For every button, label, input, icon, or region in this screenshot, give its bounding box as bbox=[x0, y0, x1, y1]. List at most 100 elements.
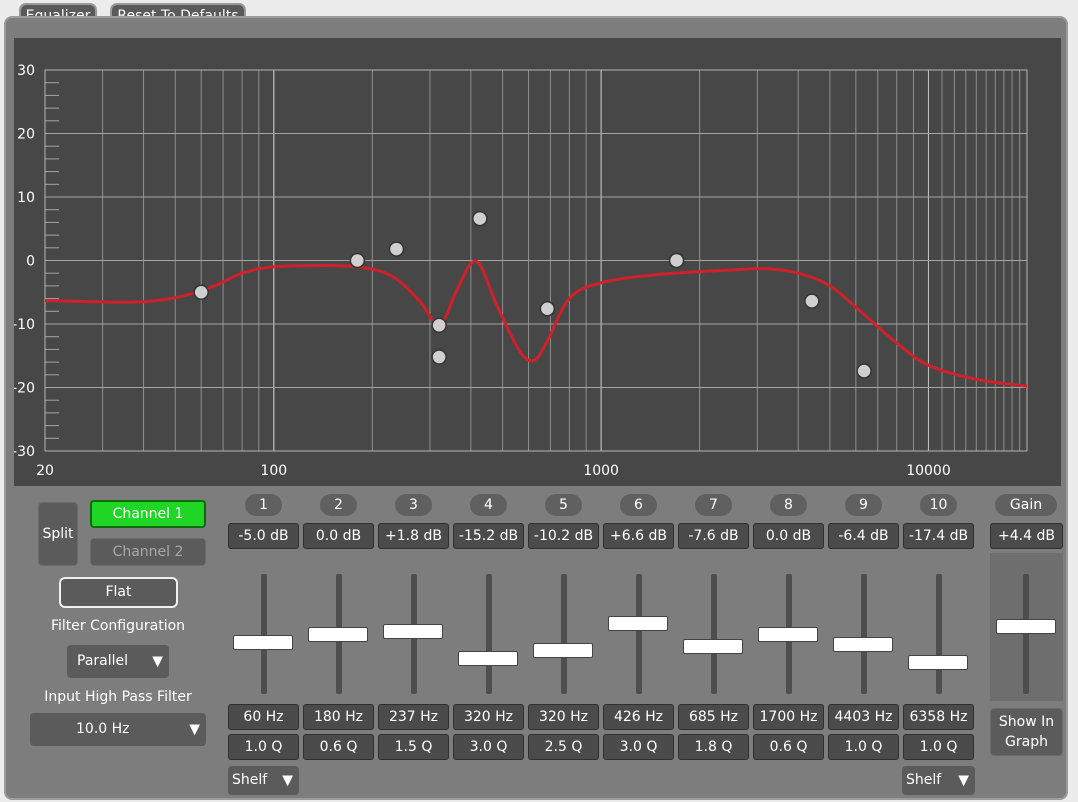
band-q[interactable]: 3.0 Q bbox=[453, 734, 524, 760]
band-gain-value[interactable]: +1.8 dB bbox=[378, 523, 449, 549]
band-number: 2 bbox=[320, 494, 357, 516]
low-shelf-value: Shelf bbox=[232, 772, 268, 788]
band-q[interactable]: 0.6 Q bbox=[303, 734, 374, 760]
band-number: 1 bbox=[245, 494, 282, 516]
band-q[interactable]: 1.0 Q bbox=[903, 734, 974, 760]
band-frequency[interactable]: 1700 Hz bbox=[753, 704, 824, 730]
channel-2-button[interactable]: Channel 2 bbox=[90, 538, 206, 566]
flat-button[interactable]: Flat bbox=[59, 577, 178, 608]
band-frequency[interactable]: 4403 Hz bbox=[828, 704, 899, 730]
band-gain-value[interactable]: -6.4 dB bbox=[828, 523, 899, 549]
band-gain-value[interactable]: -7.6 dB bbox=[678, 523, 749, 549]
band-control-point[interactable] bbox=[472, 210, 488, 227]
band-number: 5 bbox=[545, 494, 582, 516]
band-control-point[interactable] bbox=[431, 349, 447, 365]
band-slider-thumb[interactable] bbox=[308, 626, 368, 642]
band-slider-thumb[interactable] bbox=[458, 651, 518, 667]
band-control-point[interactable] bbox=[388, 241, 405, 257]
gain-label: Gain bbox=[995, 494, 1057, 516]
eq-graph-svg: 3020100-10-20-3020 100 1000 10000 bbox=[14, 63, 1028, 479]
band-frequency[interactable]: 685 Hz bbox=[678, 704, 749, 730]
band-frequency[interactable]: 320 Hz bbox=[528, 704, 599, 730]
band-slider-thumb[interactable] bbox=[683, 638, 743, 654]
band-control-point[interactable] bbox=[856, 363, 872, 379]
band-slider-thumb[interactable] bbox=[383, 623, 443, 639]
y-tick-label: 20 bbox=[17, 127, 35, 143]
band-slider-thumb[interactable] bbox=[608, 615, 668, 631]
hpf-value: 10.0 Hz bbox=[76, 721, 130, 737]
band-gain-value[interactable]: 0.0 dB bbox=[753, 523, 824, 549]
x-tick-label: 20 bbox=[36, 463, 54, 479]
y-tick-label: -30 bbox=[14, 444, 35, 460]
hpf-label: Input High Pass Filter bbox=[44, 689, 192, 705]
band-gain-value[interactable]: -15.2 dB bbox=[453, 523, 524, 549]
band-gain-value[interactable]: +6.6 dB bbox=[603, 523, 674, 549]
band-gain-value[interactable]: -10.2 dB bbox=[528, 523, 599, 549]
gain-value: +4.4 dB bbox=[990, 523, 1063, 549]
band-frequency[interactable]: 426 Hz bbox=[603, 704, 674, 730]
band-number: 9 bbox=[845, 494, 882, 516]
high-shelf-dropdown[interactable]: Shelf ▼ bbox=[902, 766, 975, 795]
band-control-point[interactable] bbox=[349, 252, 366, 269]
band-slider-track[interactable] bbox=[861, 574, 867, 694]
band-number: 8 bbox=[770, 494, 807, 516]
band-control-point[interactable] bbox=[668, 252, 685, 269]
band-gain-value[interactable]: -17.4 dB bbox=[903, 523, 974, 549]
band-control-point[interactable] bbox=[804, 293, 820, 309]
band-control-point[interactable] bbox=[431, 317, 447, 334]
chevron-down-icon: ▼ bbox=[152, 653, 163, 669]
band-slider-thumb[interactable] bbox=[533, 642, 593, 658]
band-control-point[interactable] bbox=[193, 284, 209, 300]
low-shelf-dropdown[interactable]: Shelf ▼ bbox=[228, 766, 299, 795]
band-number: 7 bbox=[695, 494, 732, 516]
y-tick-label: 10 bbox=[17, 190, 35, 206]
filter-config-label: Filter Configuration bbox=[50, 618, 186, 634]
band-number: 10 bbox=[920, 494, 957, 516]
band-q[interactable]: 1.5 Q bbox=[378, 734, 449, 760]
band-frequency[interactable]: 180 Hz bbox=[303, 704, 374, 730]
band-q[interactable]: 3.0 Q bbox=[603, 734, 674, 760]
eq-graph[interactable]: 30 20 10 0 -10 -20 -30 20 100 1000 10000 bbox=[14, 38, 1061, 486]
channel-1-button[interactable]: Channel 1 bbox=[90, 500, 206, 528]
band-q[interactable]: 1.0 Q bbox=[228, 734, 299, 760]
y-tick-label: 0 bbox=[26, 254, 35, 270]
y-tick-label: -10 bbox=[14, 317, 35, 333]
band-slider-thumb[interactable] bbox=[758, 626, 818, 642]
chevron-down-icon: ▼ bbox=[958, 772, 969, 788]
band-control-point[interactable] bbox=[539, 301, 556, 317]
band-slider-thumb[interactable] bbox=[908, 654, 968, 670]
chevron-down-icon: ▼ bbox=[189, 721, 200, 737]
y-tick-label: 30 bbox=[17, 63, 35, 79]
chevron-down-icon: ▼ bbox=[282, 772, 293, 788]
band-slider-track[interactable] bbox=[561, 574, 567, 694]
band-q[interactable]: 1.0 Q bbox=[828, 734, 899, 760]
x-tick-label: 100 bbox=[260, 463, 287, 479]
band-slider-track[interactable] bbox=[486, 574, 492, 694]
x-tick-label: 1000 bbox=[583, 463, 619, 479]
band-slider-track[interactable] bbox=[711, 574, 717, 694]
gain-slider-thumb[interactable] bbox=[996, 619, 1056, 635]
band-frequency[interactable]: 60 Hz bbox=[228, 704, 299, 730]
band-number: 3 bbox=[395, 494, 432, 516]
filter-config-dropdown[interactable]: Parallel ▼ bbox=[67, 645, 169, 678]
hpf-dropdown[interactable]: 10.0 Hz ▼ bbox=[30, 713, 206, 746]
band-slider-thumb[interactable] bbox=[833, 636, 893, 652]
band-gain-value[interactable]: 0.0 dB bbox=[303, 523, 374, 549]
show-in-graph-button[interactable]: Show In Graph bbox=[990, 708, 1063, 756]
high-shelf-value: Shelf bbox=[906, 772, 942, 788]
filter-config-value: Parallel bbox=[77, 653, 129, 669]
band-slider-thumb[interactable] bbox=[233, 634, 293, 650]
band-number: 6 bbox=[620, 494, 657, 516]
y-tick-label: -20 bbox=[14, 381, 35, 397]
band-frequency[interactable]: 6358 Hz bbox=[903, 704, 974, 730]
split-button[interactable]: Split bbox=[38, 502, 78, 566]
band-q[interactable]: 1.8 Q bbox=[678, 734, 749, 760]
band-slider-track[interactable] bbox=[936, 574, 942, 694]
band-q[interactable]: 2.5 Q bbox=[528, 734, 599, 760]
band-gain-value[interactable]: -5.0 dB bbox=[228, 523, 299, 549]
band-q[interactable]: 0.6 Q bbox=[753, 734, 824, 760]
band-frequency[interactable]: 237 Hz bbox=[378, 704, 449, 730]
band-slider-track[interactable] bbox=[636, 574, 642, 694]
band-number: 4 bbox=[470, 494, 507, 516]
band-frequency[interactable]: 320 Hz bbox=[453, 704, 524, 730]
